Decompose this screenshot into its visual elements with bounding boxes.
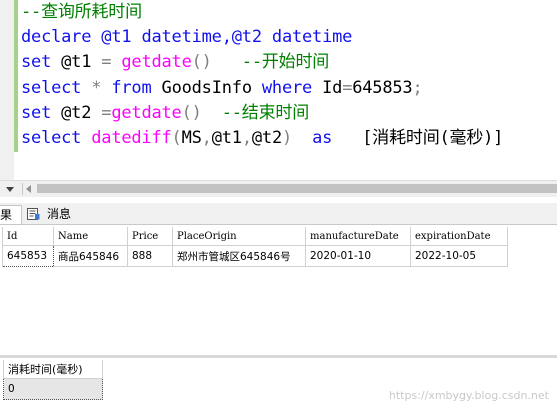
code-token: )	[281, 128, 293, 148]
table-row[interactable]: 0	[3, 378, 103, 400]
code-token: ;	[412, 78, 423, 98]
code-line: set @t1 = getdate() --开始时间	[21, 50, 329, 75]
column-header-name[interactable]: Name	[53, 227, 128, 246]
code-token: select	[21, 128, 82, 148]
results-2-header-row: 消耗时间(毫秒)	[3, 360, 103, 379]
column-header-placeorigin[interactable]: PlaceOrigin	[172, 227, 306, 246]
scrollbar-thumb[interactable]	[37, 184, 557, 193]
messages-icon	[27, 208, 40, 220]
cell-id[interactable]: 645853	[2, 245, 54, 267]
results-grid-2: 消耗时间(毫秒) 0	[3, 360, 103, 400]
table-row[interactable]: 645853 商品645846 888 郑州市管城区645846号 2020-0…	[2, 245, 508, 267]
code-token: ()	[191, 52, 212, 72]
code-token: 645853	[352, 78, 413, 98]
code-token: @t1	[211, 128, 242, 148]
code-token: ,	[241, 128, 252, 148]
cell-elapsed-ms[interactable]: 0	[3, 378, 103, 400]
code-token: @t2	[51, 103, 102, 123]
code-line: set @t2 =getdate() --结束时间	[21, 101, 309, 126]
code-token: =	[101, 103, 112, 123]
code-token: GoodsInfo	[151, 78, 262, 98]
cell-name[interactable]: 商品645846	[53, 245, 128, 267]
column-header-expirationdate[interactable]: expirationDate	[410, 227, 508, 246]
tab-messages[interactable]: 消息	[26, 205, 76, 224]
code-token: datetime	[141, 27, 222, 47]
code-token: ()	[181, 103, 202, 123]
editor-gutter	[0, 0, 14, 180]
code-token: Id	[312, 78, 343, 98]
code-token: from	[101, 78, 152, 98]
results-grid: Id Name Price PlaceOrigin manufactureDat…	[2, 227, 508, 267]
code-token: =	[342, 78, 353, 98]
code-line: select datediff(MS,@t1,@t2) as [消耗时间(毫秒)…	[21, 126, 503, 151]
results-grid-pane: Id Name Price PlaceOrigin manufactureDat…	[0, 225, 557, 355]
code-token: set	[21, 52, 52, 72]
code-token: ,	[201, 128, 212, 148]
code-token: *	[91, 78, 102, 98]
column-header-price[interactable]: Price	[127, 227, 173, 246]
column-header-elapsed-ms[interactable]: 消耗时间(毫秒)	[3, 360, 103, 379]
code-token: --开始时间	[211, 52, 330, 72]
code-line: declare @t1 datetime,@t2 datetime	[21, 25, 352, 50]
tab-results-label: 果	[0, 208, 13, 222]
code-token: as	[292, 128, 333, 148]
results-header-row: Id Name Price PlaceOrigin manufactureDat…	[2, 227, 508, 246]
scroll-left-icon[interactable]	[26, 185, 31, 193]
code-line: --查询所耗时间	[21, 0, 142, 25]
results-tabbar: 果 消息	[0, 203, 557, 225]
cell-manufacturedate[interactable]: 2020-01-10	[305, 245, 411, 267]
code-token: select	[21, 78, 82, 98]
zoom-dropdown-icon[interactable]	[6, 187, 14, 192]
tab-results[interactable]: 果	[0, 205, 22, 224]
results-grid-2-pane: 消耗时间(毫秒) 0	[0, 358, 557, 410]
change-indicator-bar	[14, 0, 18, 152]
code-token: ,@t2	[221, 27, 272, 47]
code-token: --查询所耗时间	[21, 2, 142, 22]
code-token: (	[171, 128, 182, 148]
code-token: MS	[181, 128, 202, 148]
column-header-id[interactable]: Id	[2, 227, 54, 246]
column-header-manufacturedate[interactable]: manufactureDate	[305, 227, 411, 246]
tab-messages-label: 消息	[47, 207, 72, 221]
code-line: select * from GoodsInfo where Id=645853;	[21, 76, 423, 101]
code-token: where	[261, 78, 313, 98]
query-editor[interactable]: --查询所耗时间 declare @t1 datetime,@t2 datetim…	[0, 0, 557, 180]
cell-expirationdate[interactable]: 2022-10-05	[410, 245, 508, 267]
code-token: [消耗时间(毫秒)]	[332, 128, 504, 148]
code-token: @t2	[251, 128, 282, 148]
code-token: =	[101, 52, 112, 72]
code-token: set	[21, 103, 52, 123]
code-token: getdate	[111, 103, 182, 123]
scrollbar-divider	[22, 183, 23, 195]
code-token: datetime	[271, 27, 353, 47]
cell-price[interactable]: 888	[127, 245, 173, 267]
watermark: https://xmbygy.blog.csdn.net	[388, 389, 549, 402]
code-token: @t1	[91, 27, 142, 47]
code-token: getdate	[111, 52, 192, 72]
editor-horizontal-scrollbar[interactable]	[0, 180, 557, 197]
code-token: declare	[21, 27, 92, 47]
code-token: datediff	[81, 128, 172, 148]
code-token: --结束时间	[201, 103, 310, 123]
code-token: @t1	[51, 52, 102, 72]
cell-placeorigin[interactable]: 郑州市管城区645846号	[172, 245, 306, 267]
